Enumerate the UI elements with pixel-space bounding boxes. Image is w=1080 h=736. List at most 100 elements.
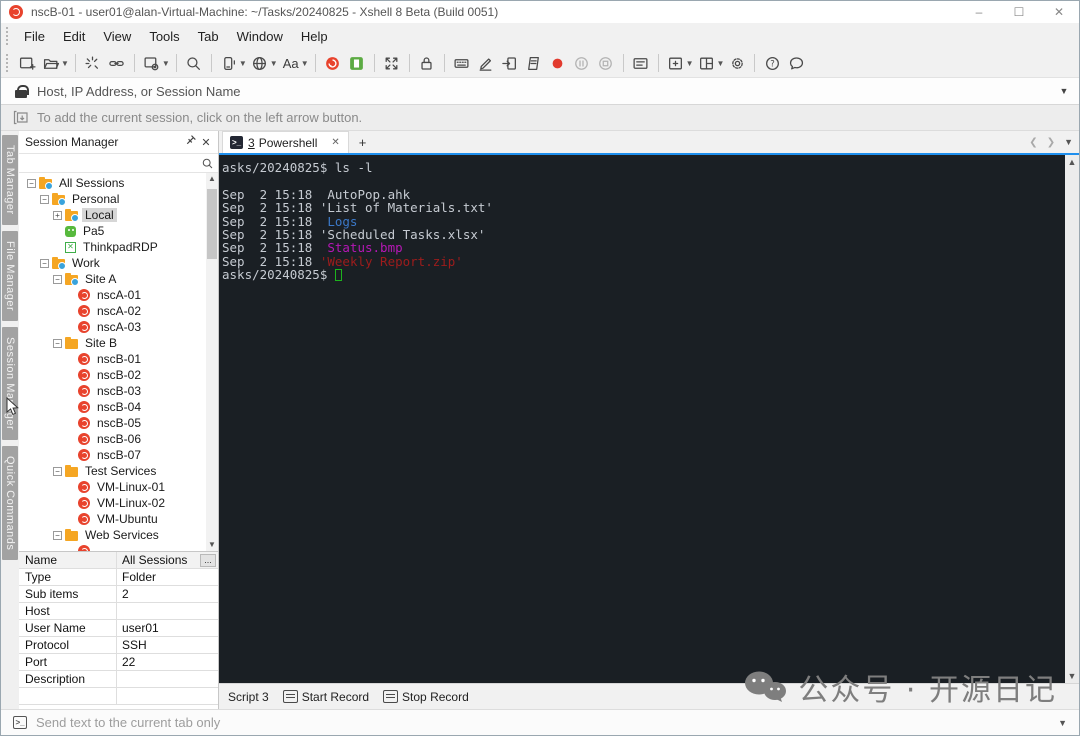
tree-item-web-services[interactable]: − Web Services [19,527,206,543]
maximize-button[interactable]: ☐ [999,1,1039,23]
side-tab-quick-commands[interactable]: Quick Commands [2,446,18,561]
tab-powershell[interactable]: >_ 3 Powershell ✕ [222,131,349,153]
menu-view[interactable]: View [94,26,140,47]
browse-button[interactable]: ... [200,553,216,567]
script-paper-icon[interactable] [523,52,545,74]
scroll-up-icon[interactable]: ▲ [206,173,218,185]
new-tab-icon[interactable] [665,52,687,74]
terminal-scroll-up-icon[interactable]: ▲ [1065,155,1079,169]
collapse-icon[interactable]: − [53,466,62,476]
tree-item-test-services[interactable]: − Test Services [19,463,206,479]
pin-icon[interactable] [182,135,198,149]
start-record-button[interactable]: Start Record [279,688,373,706]
collapse-icon[interactable]: − [40,194,49,204]
side-tab-session-manager[interactable]: Session Manager [2,326,18,441]
tab-list-caret[interactable]: ▼ [1064,137,1073,147]
tile-layout-caret[interactable]: ▼ [717,59,725,68]
address-input[interactable] [37,83,1049,99]
menu-tab[interactable]: Tab [189,26,228,47]
keyboard-icon[interactable] [451,52,473,74]
tree-item-nsca-03[interactable]: nscA-03 [19,319,206,335]
collapse-icon[interactable]: − [27,178,36,188]
new-tab-button[interactable]: + [359,135,367,150]
tree-item-vm-linux-02[interactable]: VM-Linux-02 [19,495,206,511]
expand-icon[interactable]: + [53,210,62,220]
tree-item-vm-linux-01[interactable]: VM-Linux-01 [19,479,206,495]
panel-close-icon[interactable]: ✕ [198,136,214,149]
tree-item-thinkpadrdp[interactable]: ✕ ThinkpadRDP [19,239,206,255]
tree-scroll-thumb[interactable] [207,189,217,259]
address-dropdown-caret[interactable]: ▼ [1049,86,1079,96]
tab-scroll-right-icon[interactable]: ❯ [1047,137,1055,148]
menu-edit[interactable]: Edit [54,26,94,47]
side-tab-file-manager[interactable]: File Manager [2,230,18,321]
tree-item-nsca-01[interactable]: nscA-01 [19,287,206,303]
status-bar-text[interactable]: Send text to the current tab only [36,715,220,730]
reconnect-icon[interactable] [106,52,128,74]
lock-icon[interactable] [416,52,438,74]
xftp-icon[interactable] [346,52,368,74]
disconnect-icon[interactable] [82,52,104,74]
tree-item-partial[interactable] [19,543,206,551]
close-button[interactable]: ✕ [1039,1,1079,23]
collapse-icon[interactable]: − [53,338,62,348]
tree-item-all-sessions[interactable]: − All Sessions [19,175,206,191]
help-icon[interactable]: ? [761,52,783,74]
tree-item-nscb-01[interactable]: nscB-01 [19,351,206,367]
property-value[interactable] [117,603,218,619]
tree-item-nscb-04[interactable]: nscB-04 [19,399,206,415]
script-button[interactable]: Script 3 [224,688,273,706]
tab-scroll-left-icon[interactable]: ❮ [1029,137,1037,148]
toolbar-gripper[interactable] [6,54,11,72]
open-sessions-icon[interactable] [40,52,62,74]
property-value[interactable]: All Sessions [117,552,200,568]
tree-item-site-b[interactable]: − Site B [19,335,206,351]
session-properties-caret[interactable]: ▼ [162,59,170,68]
menu-file[interactable]: File [15,26,54,47]
property-value[interactable]: 2 [117,586,218,602]
property-value[interactable] [117,688,218,704]
menu-tools[interactable]: Tools [140,26,188,47]
options-gear-icon[interactable] [726,52,748,74]
tree-scrollbar[interactable]: ▲ ▼ [206,173,218,551]
fullscreen-icon[interactable] [381,52,403,74]
property-value[interactable] [117,671,218,687]
compose-icon[interactable] [475,52,497,74]
transfer-icon[interactable] [218,52,240,74]
tree-item-personal[interactable]: − Personal [19,191,206,207]
side-tab-tab-manager[interactable]: Tab Manager [2,135,18,225]
tree-item-work[interactable]: − Work [19,255,206,271]
property-value[interactable]: user01 [117,620,218,636]
property-value[interactable]: 22 [117,654,218,670]
tree-item-nscb-02[interactable]: nscB-02 [19,367,206,383]
xshell-icon[interactable] [322,52,344,74]
new-session-icon[interactable] [16,52,38,74]
web-tools-caret[interactable]: ▼ [270,59,278,68]
tree-item-nsca-02[interactable]: nscA-02 [19,303,206,319]
font-size-icon[interactable]: Aa [280,52,302,74]
minimize-button[interactable]: – [959,1,999,23]
record-icon[interactable] [547,52,569,74]
feedback-icon[interactable] [785,52,807,74]
quick-commands-icon[interactable] [630,52,652,74]
new-tab-caret[interactable]: ▼ [686,59,694,68]
session-search-box[interactable] [19,153,218,173]
tree-item-nscb-06[interactable]: nscB-06 [19,431,206,447]
terminal-scrollbar[interactable]: ▲ ▼ [1065,155,1079,683]
tree-item-nscb-03[interactable]: nscB-03 [19,383,206,399]
terminal-scroll-down-icon[interactable]: ▼ [1065,669,1079,683]
menu-window[interactable]: Window [228,26,292,47]
tab-close-icon[interactable]: ✕ [331,137,339,148]
tile-layout-icon[interactable] [696,52,718,74]
font-size-caret[interactable]: ▼ [301,59,309,68]
tree-item-site-a[interactable]: − Site A [19,271,206,287]
open-sessions-caret[interactable]: ▼ [61,59,69,68]
collapse-icon[interactable]: − [40,258,49,268]
stop-record-button[interactable]: Stop Record [379,688,473,706]
session-properties-icon[interactable] [141,52,163,74]
tree-item-nscb-05[interactable]: nscB-05 [19,415,206,431]
collapse-icon[interactable]: − [53,274,62,284]
collapse-icon[interactable]: − [53,530,62,540]
web-tools-icon[interactable] [249,52,271,74]
transfer-caret[interactable]: ▼ [239,59,247,68]
